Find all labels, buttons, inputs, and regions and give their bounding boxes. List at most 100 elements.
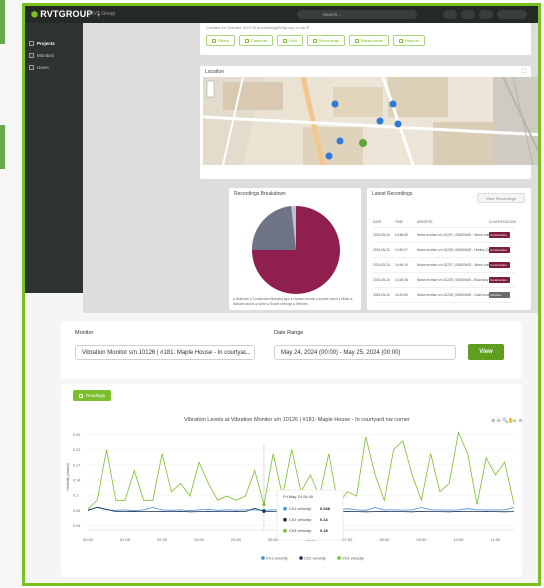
column-header[interactable]: DATE (373, 220, 395, 224)
zoom-out-icon[interactable]: ⊖ (497, 418, 501, 424)
y-tick-label: 0.04 (73, 524, 80, 528)
classification-badge: Construction (489, 261, 510, 268)
x-tick-label: 03:00 (194, 537, 205, 542)
y-tick-label: 0.17 (73, 463, 80, 467)
sidebar-item-monitors[interactable]: Monitors (29, 50, 54, 60)
latest-recordings-card: Latest Recordings View Recordings DATE T… (367, 188, 531, 310)
zoom-in-icon[interactable]: ⊕ (491, 418, 495, 424)
tab-reports[interactable]: Reports (392, 35, 425, 46)
tab-label: Breakdowns (360, 38, 383, 43)
tooltip-marker (283, 517, 287, 522)
home-icon[interactable]: ⌂ (513, 418, 516, 424)
row-date: 2024-05-24 (373, 278, 390, 282)
tooltip-label: Ch1 velocity: (289, 506, 312, 511)
table-row[interactable]: 2024-05-24 14:52:07 Noise monitor s/n 10… (373, 243, 515, 258)
menu-icon[interactable]: ≡ (519, 418, 523, 424)
vibration-chart[interactable]: Vibration Levels at Vibration Monitor s/… (61, 384, 522, 577)
recordings-table: DATE TIME MONITOR CLASSIFICATION 2024-05… (373, 216, 516, 303)
tooltip-value: 0.14 (320, 517, 329, 522)
map-graphic (203, 77, 538, 165)
app-header: ⬢ RVTGROUP ▼ RVT Group Search... (25, 6, 538, 23)
legend-marker[interactable] (261, 556, 265, 560)
location-map[interactable] (203, 77, 538, 165)
classification-badge: Construction (489, 276, 510, 283)
monitor-select[interactable]: Vibration Monitor s/n 10126 | #181: Mapl… (75, 345, 255, 360)
data-point (262, 502, 266, 507)
row-time: 14:56:55 (395, 233, 408, 237)
monitor-label: Monitor (75, 330, 94, 336)
chevron-down-icon: ⌄ (242, 350, 248, 356)
row-time: 14:52:07 (395, 248, 408, 252)
sidebar-item-projects[interactable]: Projects (29, 38, 55, 48)
y-tick-label: 0.22 (73, 448, 80, 452)
logo-text: RVTGROUP (40, 9, 93, 19)
breakdown-card: Recordings Breakdown ● Unknown ● Constru… (229, 188, 361, 310)
table-row[interactable]: 2024-05-24 14:46:46 Noise monitor s/n 10… (373, 273, 515, 288)
column-header[interactable]: MONITOR (417, 220, 489, 224)
breakdown-pie (251, 205, 340, 294)
view-button[interactable]: View (468, 344, 504, 360)
legend-marker[interactable] (299, 556, 303, 560)
header-action[interactable] (461, 10, 475, 19)
x-tick-label: 07:00 (342, 537, 353, 542)
header-action[interactable] (443, 10, 457, 19)
tooltip-marker (283, 506, 287, 511)
tab-label: Recordings (318, 38, 339, 43)
tooltip-value: 0.18 (320, 528, 329, 533)
row-date: 2024-05-24 (373, 248, 390, 252)
project-tabs: Filters Calendar Grid Recordings Breakdo… (206, 35, 425, 46)
tab-recordings[interactable]: Recordings (306, 35, 345, 46)
x-tick-label: 02:00 (157, 537, 168, 542)
project-contact: Created for October 2021 ✉ monitoring@rv… (206, 25, 310, 30)
date-range-label: Date Range (274, 330, 304, 336)
tab-label: Grid (289, 38, 297, 43)
y-axis-label: Velocity (mm/s) (65, 463, 70, 491)
classification-badge: Construction (489, 231, 510, 238)
column-header[interactable]: CLASSIFICATION (489, 220, 516, 224)
x-tick-label: 08:00 (379, 537, 390, 542)
sidebar-item-users[interactable]: Users (29, 62, 49, 72)
column-header[interactable]: TIME (395, 220, 417, 224)
search-input[interactable]: Search... (297, 10, 417, 19)
sidebar: Projects Monitors Users (25, 23, 83, 293)
monitor-select-value: Vibration Monitor s/n 10126 | #181: Mapl… (82, 350, 251, 356)
monitor-icon (29, 52, 34, 58)
expand-icon[interactable]: ⛶ (522, 69, 526, 76)
projects-icon (29, 40, 34, 46)
row-monitor: Noise monitor s/n 10237 | SM300#02 - Wre… (417, 263, 489, 267)
header-action[interactable] (479, 10, 493, 19)
table-row[interactable]: 2024-05-24 14:41:59 Noise monitor s/n 10… (373, 288, 515, 303)
legend-label[interactable]: Ch2 velocity (304, 556, 326, 561)
tab-breakdowns[interactable]: Breakdowns (348, 35, 389, 46)
user-menu[interactable] (497, 10, 527, 19)
view-recordings-button[interactable]: View Recordings (477, 193, 525, 203)
tab-filters[interactable]: Filters (206, 35, 235, 46)
row-monitor: Noise monitor s/n 10235 | SM300#02 - Gat… (417, 293, 489, 297)
table-row[interactable]: 2024-05-24 14:56:55 Noise monitor s/n 10… (373, 228, 515, 243)
legend-marker[interactable] (337, 556, 341, 560)
tab-label: Filters (218, 38, 229, 43)
legend-label[interactable]: Ch1 velocity (266, 556, 288, 561)
row-monitor: Noise monitor s/n 10235 | SM300#02 - Hur… (417, 248, 489, 252)
logo-icon: ⬢ (31, 10, 39, 19)
tooltip-title: Fri May 24 04:45 (283, 494, 314, 499)
table-header: DATE TIME MONITOR CLASSIFICATION (373, 216, 516, 228)
tooltip-marker (283, 528, 287, 533)
row-time: 14:49:16 (395, 263, 408, 267)
y-tick-label: 0.06 (73, 509, 80, 513)
y-tick-label: 0.25 (73, 433, 80, 437)
date-range-input[interactable]: May 24, 2024 (00:00) - May 25, 2024 (00:… (274, 345, 456, 360)
legend-label[interactable]: Ch3 velocity (342, 556, 364, 561)
x-tick-label: 09:00 (416, 537, 427, 542)
calendar-icon (244, 38, 249, 43)
users-icon (29, 64, 34, 70)
sidebar-item-label: Users (37, 64, 49, 70)
table-row[interactable]: 2024-05-24 14:49:16 Noise monitor s/n 10… (373, 258, 515, 273)
classification-badge: Construction (489, 246, 510, 253)
tab-grid[interactable]: Grid (277, 35, 303, 46)
tab-calendar[interactable]: Calendar (238, 35, 274, 46)
background-page-strip (0, 0, 22, 588)
breakdown-legend: ● Unknown ● Construction/Industry type ●… (233, 297, 353, 306)
sidebar-item-label: Monitors (37, 52, 55, 58)
readings-chart-panel: Readings Vibration Levels at Vibration M… (61, 384, 522, 577)
